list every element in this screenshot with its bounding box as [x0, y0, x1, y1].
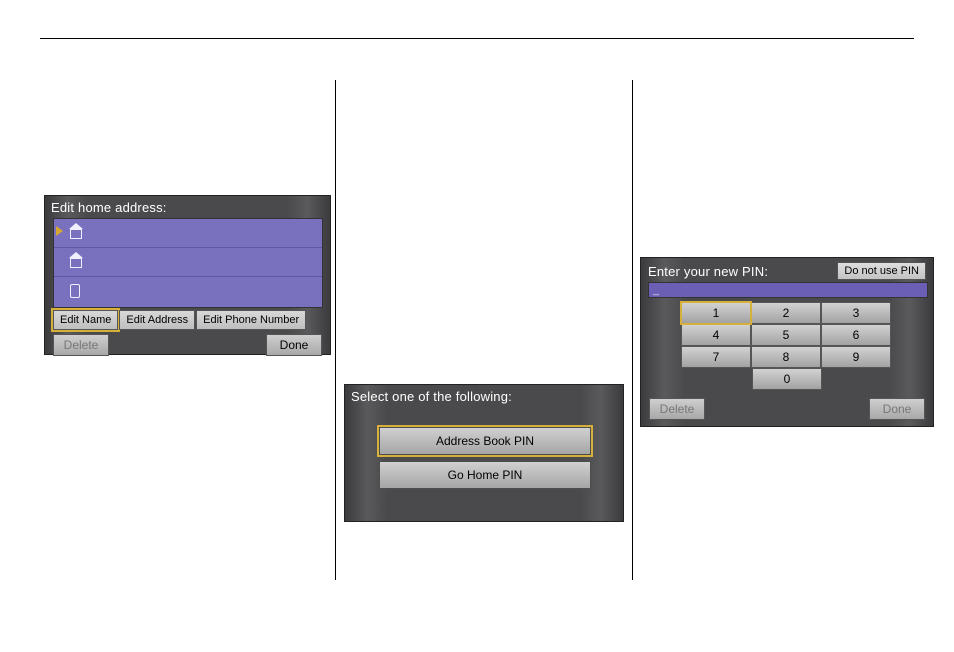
numeric-keypad: 1 2 3 4 5 6 7 8 9 0 — [681, 302, 893, 390]
screen-title: Edit home address: — [45, 196, 330, 218]
screen-title: Enter your new PIN: — [648, 264, 768, 279]
edit-address-tab[interactable]: Edit Address — [119, 310, 195, 330]
keypad-3[interactable]: 3 — [821, 302, 891, 324]
do-not-use-pin-button[interactable]: Do not use PIN — [837, 262, 926, 280]
list-item[interactable] — [54, 277, 322, 306]
delete-button[interactable]: Delete — [649, 398, 705, 420]
keypad-6[interactable]: 6 — [821, 324, 891, 346]
home-icon — [68, 254, 84, 268]
select-pin-type-screen: Select one of the following: Address Boo… — [344, 384, 624, 522]
horizontal-rule — [40, 38, 914, 39]
done-button[interactable]: Done — [266, 334, 322, 356]
keypad-7[interactable]: 7 — [681, 346, 751, 368]
go-home-pin-button[interactable]: Go Home PIN — [379, 461, 591, 489]
address-list — [53, 218, 323, 308]
home-icon — [68, 225, 84, 239]
pin-input[interactable]: _ — [648, 282, 928, 298]
screen-title: Select one of the following: — [345, 385, 623, 407]
keypad-9[interactable]: 9 — [821, 346, 891, 368]
column-divider — [632, 80, 633, 580]
keypad-4[interactable]: 4 — [681, 324, 751, 346]
done-button[interactable]: Done — [869, 398, 925, 420]
keypad-8[interactable]: 8 — [751, 346, 821, 368]
delete-button[interactable]: Delete — [53, 334, 109, 356]
keypad-0[interactable]: 0 — [752, 368, 822, 390]
edit-phone-tab[interactable]: Edit Phone Number — [196, 310, 306, 330]
list-item[interactable] — [54, 248, 322, 277]
tab-row: Edit Name Edit Address Edit Phone Number — [53, 310, 307, 330]
edit-home-address-screen: Edit home address: Edit Name Edit Addres… — [44, 195, 331, 355]
list-item[interactable] — [54, 219, 322, 248]
phone-icon — [68, 283, 84, 297]
pointer-icon — [56, 226, 63, 236]
address-book-pin-button[interactable]: Address Book PIN — [379, 427, 591, 455]
keypad-1[interactable]: 1 — [681, 302, 751, 324]
keypad-2[interactable]: 2 — [751, 302, 821, 324]
enter-pin-screen: Enter your new PIN: Do not use PIN _ 1 2… — [640, 257, 934, 427]
edit-name-tab[interactable]: Edit Name — [53, 310, 118, 330]
keypad-5[interactable]: 5 — [751, 324, 821, 346]
column-divider — [335, 80, 336, 580]
